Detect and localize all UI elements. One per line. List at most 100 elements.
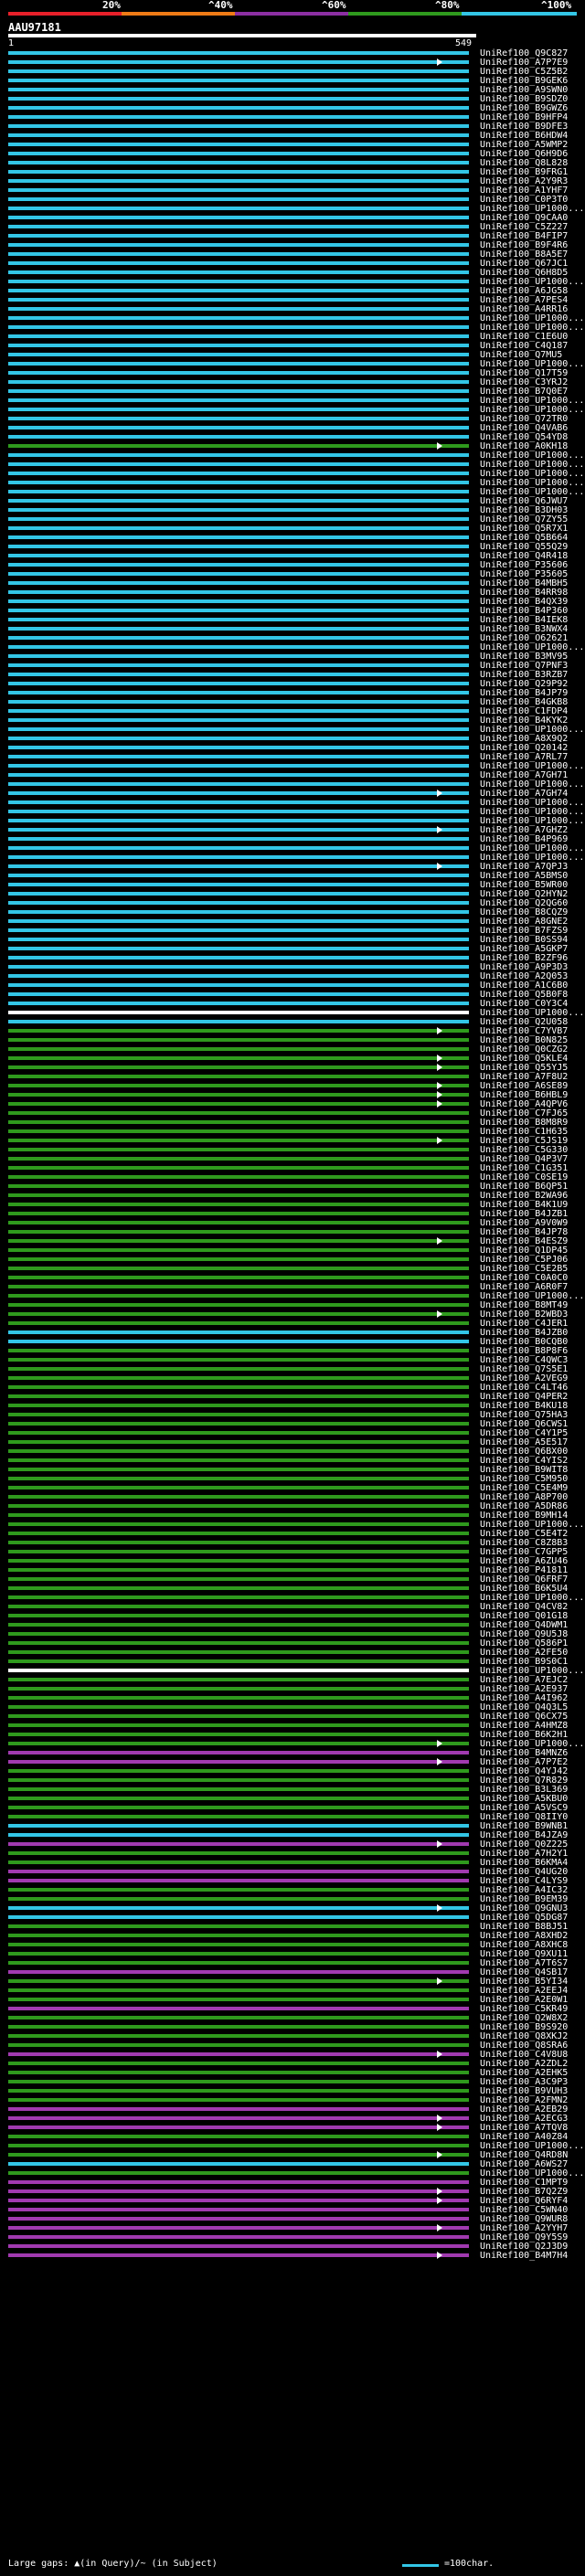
hit-alignment-bar <box>8 1815 469 1818</box>
hit-alignment-bar <box>8 270 469 274</box>
scale-bar <box>402 2564 439 2567</box>
hit-alignment-bar <box>8 1312 469 1316</box>
hit-alignment-bar <box>8 1193 469 1197</box>
hit-alignment-bar <box>8 1522 469 1526</box>
hit-alignment-bar <box>8 280 469 283</box>
hit-alignment-bar <box>8 490 469 493</box>
hit-alignment-bar <box>8 892 469 896</box>
gap-arrow-icon <box>437 826 442 833</box>
hit-alignment-bar <box>8 1577 469 1581</box>
hit-alignment-bar <box>8 207 469 210</box>
hit-alignment-bar <box>8 1897 469 1901</box>
hit-alignment-bar <box>8 855 469 859</box>
hit-alignment-bar <box>8 88 469 91</box>
gap-arrow-icon <box>437 1904 442 1912</box>
hit-alignment-bar <box>8 1641 469 1645</box>
hit-alignment-bar <box>8 1824 469 1828</box>
hit-alignment-bar <box>8 737 469 740</box>
hit-alignment-bar <box>8 1029 469 1033</box>
hit-alignment-bar <box>8 1120 469 1124</box>
hit-alignment-bar <box>8 1440 469 1444</box>
gap-arrow-icon <box>437 1027 442 1034</box>
hit-alignment-bar <box>8 910 469 914</box>
hit-alignment-bar <box>8 755 469 758</box>
hit-alignment-bar <box>8 1714 469 1718</box>
hit-alignment-bar <box>8 1367 469 1371</box>
hit-alignment-bar <box>8 298 469 302</box>
gap-arrow-icon <box>437 1840 442 1848</box>
hit-alignment-bar <box>8 709 469 713</box>
hit-alignment-bar <box>8 1148 469 1151</box>
hit-alignment-bar <box>8 2162 469 2166</box>
hit-alignment-bar <box>8 2043 469 2047</box>
hit-alignment-bar <box>8 965 469 969</box>
hit-alignment-bar <box>8 1751 469 1754</box>
hit-alignment-bar <box>8 563 469 567</box>
hit-alignment-bar <box>8 1303 469 1307</box>
hit-alignment-bar <box>8 1349 469 1352</box>
hit-alignment-bar <box>8 152 469 155</box>
hit-alignment-bar <box>8 746 469 749</box>
hit-alignment-bar <box>8 1943 469 1946</box>
hit-alignment-bar <box>8 289 469 292</box>
gap-arrow-icon <box>437 1100 442 1108</box>
hit-alignment-bar <box>8 727 469 731</box>
hit-alignment-bar <box>8 2080 469 2083</box>
hit-alignment-bar <box>8 1970 469 1974</box>
hit-alignment-bar <box>8 1733 469 1736</box>
hit-alignment-bar <box>8 252 469 256</box>
hit-alignment-bar <box>8 188 469 192</box>
gap-arrow-icon <box>437 1064 442 1071</box>
hit-alignment-bar <box>8 1358 469 1362</box>
hit-alignment-bar <box>8 846 469 850</box>
hit-row[interactable]: UniRef100_B4M7H4 <box>0 2251 585 2261</box>
hit-alignment-bar <box>8 1495 469 1499</box>
hit-alignment-bar <box>8 1614 469 1617</box>
hit-alignment-bar <box>8 1468 469 1471</box>
hit-alignment-bar <box>8 1605 469 1608</box>
hit-alignment-bar <box>8 1166 469 1170</box>
hit-label[interactable]: UniRef100_B4M7H4 <box>480 2251 568 2261</box>
gap-arrow-icon <box>437 2051 442 2058</box>
hit-alignment-bar <box>8 225 469 228</box>
hit-alignment-bar <box>8 1002 469 1005</box>
hit-alignment-bar <box>8 1075 469 1078</box>
hit-alignment-bar <box>8 983 469 987</box>
hit-alignment-bar <box>8 1696 469 1700</box>
hit-alignment-bar <box>8 1705 469 1709</box>
scale-label: =100char. <box>444 2559 495 2569</box>
hit-alignment-bar <box>8 1248 469 1252</box>
hit-alignment-bar <box>8 1632 469 1636</box>
hit-alignment-bar <box>8 481 469 484</box>
hit-alignment-bar <box>8 1230 469 1234</box>
hit-alignment-bar <box>8 1276 469 1279</box>
hit-alignment-bar <box>8 1294 469 1298</box>
hit-alignment-bar <box>8 1924 469 1928</box>
hit-alignment-bar <box>8 1340 469 1343</box>
hit-alignment-bar <box>8 618 469 621</box>
hit-alignment-bar <box>8 1550 469 1553</box>
gap-arrow-icon <box>437 1237 442 1245</box>
hit-alignment-bar <box>8 1011 469 1014</box>
hit-alignment-bar <box>8 1413 469 1416</box>
hit-alignment-bar <box>8 883 469 886</box>
hit-alignment-bar <box>8 2244 469 2248</box>
hit-alignment-bar <box>8 1769 469 1773</box>
hit-alignment-bar <box>8 526 469 530</box>
hit-alignment-bar <box>8 1687 469 1691</box>
gap-arrow-icon <box>437 2124 442 2131</box>
hit-alignment-bar <box>8 1906 469 1910</box>
hit-alignment-bar <box>8 1787 469 1791</box>
hit-alignment-bar <box>8 2253 469 2257</box>
hit-alignment-bar <box>8 1431 469 1435</box>
hit-alignment-bar <box>8 1422 469 1426</box>
hit-alignment-bar <box>8 2180 469 2184</box>
hit-alignment-bar <box>8 682 469 685</box>
hit-alignment-bar <box>8 764 469 768</box>
hit-alignment-bar <box>8 2098 469 2102</box>
gap-arrow-icon <box>437 1740 442 1747</box>
hit-alignment-bar <box>8 791 469 795</box>
hit-alignment-bar <box>8 1477 469 1480</box>
hit-alignment-bar <box>8 1678 469 1681</box>
hit-alignment-bar <box>8 956 469 959</box>
